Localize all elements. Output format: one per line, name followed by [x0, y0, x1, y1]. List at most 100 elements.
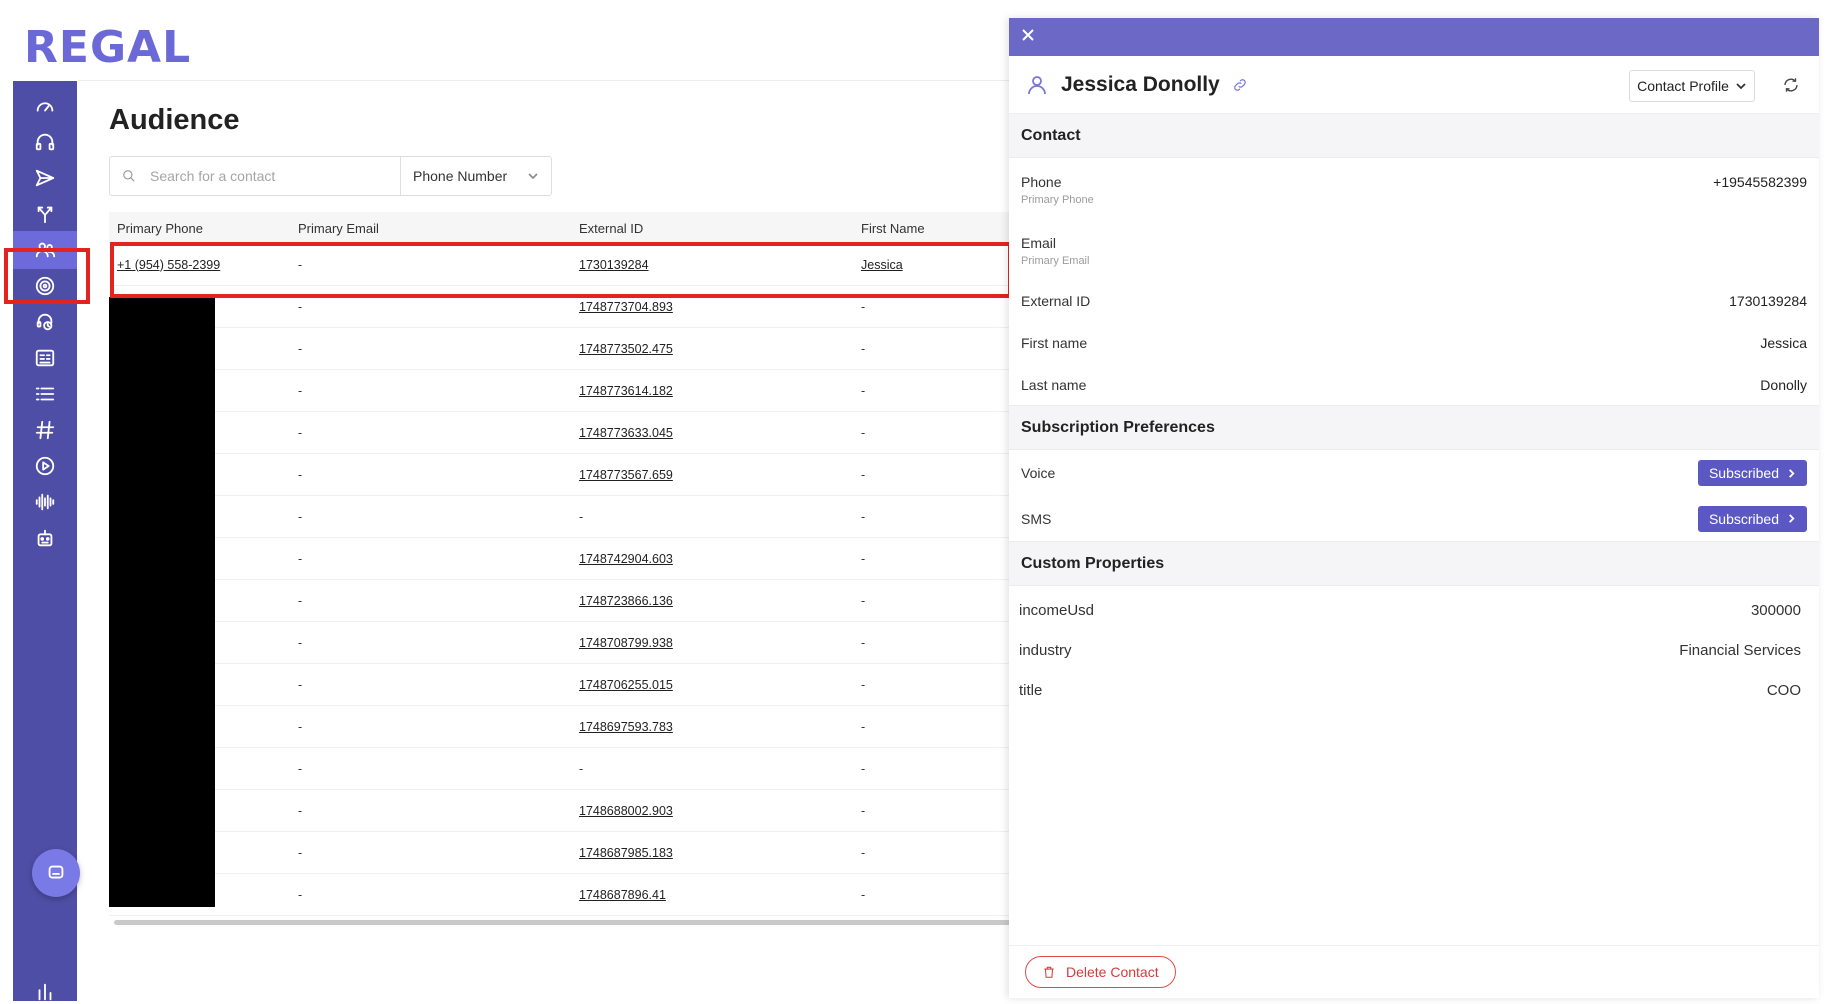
contact-profile-dropdown[interactable]: Contact Profile [1629, 70, 1755, 102]
nav-reports[interactable] [13, 973, 77, 1004]
nav-contacts[interactable] [13, 339, 77, 377]
external-id-cell: 1748773502.475 [571, 342, 853, 356]
avatar [1023, 71, 1051, 99]
external-id-link[interactable]: 1748706255.015 [579, 678, 673, 692]
first-name-text: - [861, 761, 866, 776]
external-id-link[interactable]: 1748708799.938 [579, 636, 673, 650]
external-id-cell: 1748773633.045 [571, 426, 853, 440]
primary-email-text: - [298, 593, 303, 608]
nav-campaigns[interactable] [13, 159, 77, 197]
table-row[interactable]: - 1748773614.182 - [109, 370, 1013, 412]
chevron-right-icon [1789, 468, 1795, 478]
col-primary-email[interactable]: Primary Email [290, 221, 571, 236]
external-id-field: External ID 1730139284 [1009, 280, 1819, 322]
table-header: Primary Phone Primary Email External ID … [109, 212, 1013, 244]
external-id-cell: 1748708799.938 [571, 636, 853, 650]
table-row[interactable]: - 1748723866.136 - [109, 580, 1013, 622]
table-row[interactable]: - 1748773633.045 - [109, 412, 1013, 454]
external-id-cell: 1748688002.903 [571, 804, 853, 818]
primary-email-text: - [298, 299, 303, 314]
external-id-link[interactable]: 1748773614.182 [579, 384, 673, 398]
table-row[interactable]: - 1748688002.903 - [109, 790, 1013, 832]
external-id-link[interactable]: 1748723866.136 [579, 594, 673, 608]
subscription-section-heading: Subscription Preferences [1009, 406, 1819, 450]
primary-email-cell: - [290, 804, 571, 818]
table-row[interactable]: - 1748708799.938 - [109, 622, 1013, 664]
phone-sublabel: Primary Phone [1021, 194, 1094, 206]
external-id-link[interactable]: 1748688002.903 [579, 804, 673, 818]
nav-agents[interactable] [13, 303, 77, 341]
first-name-text: - [861, 509, 866, 524]
external-id-cell: - [571, 762, 853, 776]
copy-link-button[interactable] [1232, 77, 1248, 93]
first-name-text: - [861, 593, 866, 608]
search-field[interactable] [110, 157, 401, 195]
table-row[interactable]: - 1748706255.015 - [109, 664, 1013, 706]
primary-email-text: - [298, 719, 303, 734]
nav-journeys[interactable] [13, 195, 77, 233]
first-name-text: - [861, 803, 866, 818]
table-row[interactable]: - 1748687985.183 - [109, 832, 1013, 874]
col-first-name[interactable]: First Name [853, 221, 1013, 236]
nav-dashboard[interactable] [13, 87, 77, 125]
table-row[interactable]: - 1748697593.783 - [109, 706, 1013, 748]
external-id-cell: 1748706255.015 [571, 678, 853, 692]
close-panel-button[interactable] [1021, 28, 1035, 47]
horizontal-scrollbar[interactable] [114, 920, 1013, 925]
nav-inbox[interactable] [13, 123, 77, 161]
sms-subscribed-button[interactable]: Subscribed [1697, 505, 1807, 532]
col-external-id[interactable]: External ID [571, 221, 853, 236]
table-row[interactable]: --- [109, 496, 1013, 538]
nav-ai-agents[interactable] [13, 519, 77, 557]
table-row[interactable]: - 1748742904.603 - [109, 538, 1013, 580]
table-row[interactable]: - 1748687896.41 - [109, 874, 1013, 916]
refresh-button[interactable] [1782, 76, 1802, 96]
external-id-link[interactable]: 1748687985.183 [579, 846, 673, 860]
first-name-text: - [861, 677, 866, 692]
search-type-select[interactable]: Phone Number [401, 157, 551, 195]
external-id-link[interactable]: 1748773704.893 [579, 300, 673, 314]
primary-email-cell: - [290, 678, 571, 692]
voice-subscribed-button[interactable]: Subscribed [1697, 460, 1807, 486]
phone-value: +19545582399 [1713, 174, 1807, 190]
nav-audio[interactable] [13, 483, 77, 521]
table-row[interactable]: --- [109, 748, 1013, 790]
external-id-link[interactable]: 1748773502.475 [579, 342, 673, 356]
custom-property-value: 300000 [1750, 601, 1801, 619]
nav-channels[interactable] [13, 411, 77, 449]
first-name-text: - [861, 383, 866, 398]
nav-lists[interactable] [13, 375, 77, 413]
user-icon [1028, 75, 1046, 94]
first-name-text: - [861, 845, 866, 860]
external-id-link[interactable]: 1748773633.045 [579, 426, 673, 440]
panel-top-bar [1009, 18, 1819, 56]
primary-email-text: - [298, 467, 303, 482]
table-row[interactable]: - 1748773502.475 - [109, 328, 1013, 370]
primary-email-text: - [298, 803, 303, 818]
page-title: Audience [109, 104, 240, 136]
nav-recordings[interactable] [13, 447, 77, 485]
contact-profile-panel: Jessica Donolly Contact Profile Contact … [1009, 18, 1819, 998]
email-label: Email [1021, 235, 1057, 251]
search-type-label: Phone Number [413, 168, 508, 184]
external-id-link[interactable]: 1748773567.659 [579, 468, 673, 482]
first-name-field: First name Jessica [1009, 322, 1819, 364]
external-id-cell: 1748687985.183 [571, 846, 853, 860]
external-id-value: 1730139284 [1729, 293, 1807, 309]
external-id-link[interactable]: 1748687896.41 [579, 888, 666, 902]
external-id-link[interactable]: 1748742904.603 [579, 552, 673, 566]
first-name-text: - [861, 341, 866, 356]
table-row[interactable]: - 1748773567.659 - [109, 454, 1013, 496]
primary-email-text: - [298, 509, 303, 524]
delete-contact-button[interactable]: Delete Contact [1025, 956, 1176, 988]
col-primary-phone[interactable]: Primary Phone [109, 221, 290, 236]
external-id-link[interactable]: 1748697593.783 [579, 720, 673, 734]
support-chat-button[interactable] [32, 849, 80, 897]
first-name-text: - [861, 299, 866, 314]
play-icon [35, 456, 55, 476]
primary-email-cell: - [290, 762, 571, 776]
voice-status: Subscribed [1708, 465, 1779, 481]
first-name-text: - [861, 887, 866, 902]
first-name-text: - [861, 719, 866, 734]
search-input[interactable] [150, 168, 370, 184]
